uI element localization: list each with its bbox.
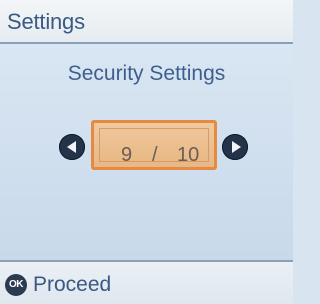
page-title: Settings (7, 9, 85, 34)
current-value: 9 (121, 144, 133, 166)
settings-screen: Settings Security Settings 9 / 10 OK Pro… (0, 0, 293, 304)
value-selector[interactable]: 9 / 10 (91, 120, 217, 170)
proceed-label: Proceed (33, 273, 112, 296)
total-value: 10 (177, 144, 200, 166)
ok-button-icon[interactable]: OK (5, 274, 27, 296)
value-display: 9 / 10 (99, 128, 209, 166)
arrow-right-icon[interactable] (222, 134, 248, 160)
footer-bar[interactable]: OK Proceed (0, 260, 293, 304)
header-bar: Settings (0, 0, 293, 44)
arrow-left-icon[interactable] (59, 134, 85, 160)
section-title: Security Settings (67, 62, 226, 85)
value-separator: / (152, 144, 158, 166)
